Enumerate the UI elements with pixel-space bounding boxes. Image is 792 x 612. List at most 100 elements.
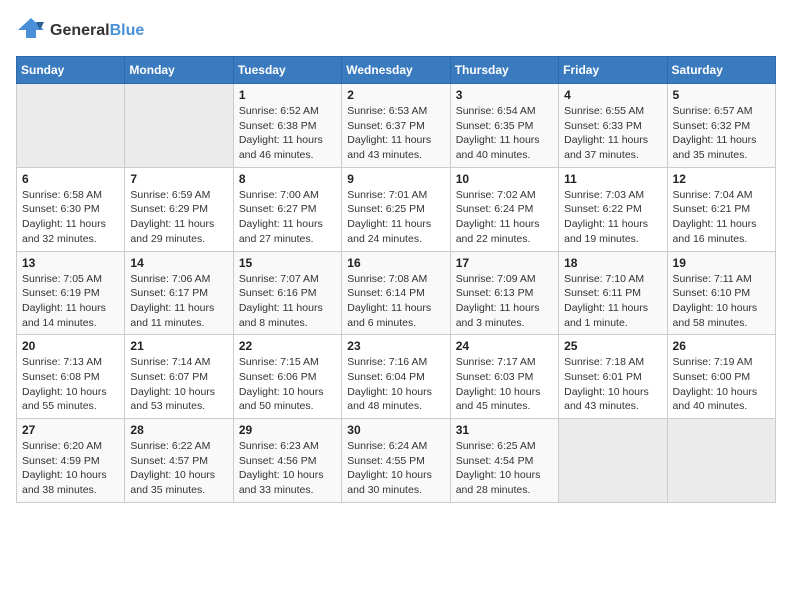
header-day-tuesday: Tuesday	[233, 57, 341, 84]
day-cell: 23 Sunrise: 7:16 AM Sunset: 6:04 PM Dayli…	[342, 335, 450, 419]
header-day-monday: Monday	[125, 57, 233, 84]
day-cell: 1 Sunrise: 6:52 AM Sunset: 6:38 PM Daylig…	[233, 84, 341, 168]
day-info: Sunrise: 7:18 AM Sunset: 6:01 PM Dayligh…	[564, 355, 661, 414]
header-row: SundayMondayTuesdayWednesdayThursdayFrid…	[17, 57, 776, 84]
day-number: 30	[347, 423, 444, 437]
day-info: Sunrise: 6:54 AM Sunset: 6:35 PM Dayligh…	[456, 104, 553, 163]
day-number: 31	[456, 423, 553, 437]
day-cell: 3 Sunrise: 6:54 AM Sunset: 6:35 PM Daylig…	[450, 84, 558, 168]
day-info: Sunrise: 6:20 AM Sunset: 4:59 PM Dayligh…	[22, 439, 119, 498]
day-info: Sunrise: 7:15 AM Sunset: 6:06 PM Dayligh…	[239, 355, 336, 414]
header-day-wednesday: Wednesday	[342, 57, 450, 84]
day-info: Sunrise: 6:25 AM Sunset: 4:54 PM Dayligh…	[456, 439, 553, 498]
day-number: 7	[130, 172, 227, 186]
day-cell: 19Sunrise: 7:11 AM Sunset: 6:10 PM Dayli…	[667, 251, 775, 335]
day-cell: 18 Sunrise: 7:10 AM Sunset: 6:11 PM Dayli…	[559, 251, 667, 335]
logo-text: GeneralBlue	[50, 22, 144, 40]
day-cell: 9Sunrise: 7:01 AM Sunset: 6:25 PM Daylig…	[342, 167, 450, 251]
day-number: 8	[239, 172, 336, 186]
day-cell	[17, 84, 125, 168]
day-cell	[125, 84, 233, 168]
day-info: Sunrise: 7:07 AM Sunset: 6:16 PM Dayligh…	[239, 272, 336, 331]
day-info: Sunrise: 7:19 AM Sunset: 6:00 PM Dayligh…	[673, 355, 770, 414]
day-info: Sunrise: 7:10 AM Sunset: 6:11 PM Dayligh…	[564, 272, 661, 331]
header-day-sunday: Sunday	[17, 57, 125, 84]
day-info: Sunrise: 6:58 AM Sunset: 6:30 PM Dayligh…	[22, 188, 119, 247]
day-cell: 16 Sunrise: 7:08 AM Sunset: 6:14 PM Dayli…	[342, 251, 450, 335]
day-cell: 12 Sunrise: 7:04 AM Sunset: 6:21 PM Dayli…	[667, 167, 775, 251]
day-cell: 24 Sunrise: 7:17 AM Sunset: 6:03 PM Dayli…	[450, 335, 558, 419]
day-info: Sunrise: 6:55 AM Sunset: 6:33 PM Dayligh…	[564, 104, 661, 163]
day-cell: 10 Sunrise: 7:02 AM Sunset: 6:24 PM Dayli…	[450, 167, 558, 251]
day-info: Sunrise: 7:17 AM Sunset: 6:03 PM Dayligh…	[456, 355, 553, 414]
day-cell	[667, 419, 775, 503]
day-number: 12	[673, 172, 770, 186]
day-info: Sunrise: 7:03 AM Sunset: 6:22 PM Dayligh…	[564, 188, 661, 247]
day-cell: 15 Sunrise: 7:07 AM Sunset: 6:16 PM Dayli…	[233, 251, 341, 335]
day-info: Sunrise: 6:22 AM Sunset: 4:57 PM Dayligh…	[130, 439, 227, 498]
day-number: 24	[456, 339, 553, 353]
day-number: 15	[239, 256, 336, 270]
day-cell: 11 Sunrise: 7:03 AM Sunset: 6:22 PM Dayli…	[559, 167, 667, 251]
day-cell: 25Sunrise: 7:18 AM Sunset: 6:01 PM Dayli…	[559, 335, 667, 419]
day-cell: 2 Sunrise: 6:53 AM Sunset: 6:37 PM Daylig…	[342, 84, 450, 168]
day-number: 13	[22, 256, 119, 270]
day-number: 26	[673, 339, 770, 353]
day-number: 6	[22, 172, 119, 186]
day-cell	[559, 419, 667, 503]
day-cell: 31 Sunrise: 6:25 AM Sunset: 4:54 PM Dayli…	[450, 419, 558, 503]
day-info: Sunrise: 7:04 AM Sunset: 6:21 PM Dayligh…	[673, 188, 770, 247]
day-info: Sunrise: 6:59 AM Sunset: 6:29 PM Dayligh…	[130, 188, 227, 247]
day-number: 22	[239, 339, 336, 353]
day-cell: 6 Sunrise: 6:58 AM Sunset: 6:30 PM Daylig…	[17, 167, 125, 251]
day-number: 10	[456, 172, 553, 186]
day-cell: 21 Sunrise: 7:14 AM Sunset: 6:07 PM Dayli…	[125, 335, 233, 419]
day-number: 2	[347, 88, 444, 102]
day-info: Sunrise: 6:57 AM Sunset: 6:32 PM Dayligh…	[673, 104, 770, 163]
day-number: 29	[239, 423, 336, 437]
day-number: 14	[130, 256, 227, 270]
day-number: 5	[673, 88, 770, 102]
day-cell: 14 Sunrise: 7:06 AM Sunset: 6:17 PM Dayli…	[125, 251, 233, 335]
day-number: 11	[564, 172, 661, 186]
week-row-1: 1 Sunrise: 6:52 AM Sunset: 6:38 PM Daylig…	[17, 84, 776, 168]
day-number: 27	[22, 423, 119, 437]
day-cell: 8 Sunrise: 7:00 AM Sunset: 6:27 PM Daylig…	[233, 167, 341, 251]
day-number: 23	[347, 339, 444, 353]
page-header: GeneralBlue	[16, 16, 776, 46]
day-info: Sunrise: 7:13 AM Sunset: 6:08 PM Dayligh…	[22, 355, 119, 414]
day-info: Sunrise: 7:05 AM Sunset: 6:19 PM Dayligh…	[22, 272, 119, 331]
week-row-4: 20Sunrise: 7:13 AM Sunset: 6:08 PM Dayli…	[17, 335, 776, 419]
header-day-friday: Friday	[559, 57, 667, 84]
day-number: 4	[564, 88, 661, 102]
day-info: Sunrise: 7:16 AM Sunset: 6:04 PM Dayligh…	[347, 355, 444, 414]
day-cell: 4 Sunrise: 6:55 AM Sunset: 6:33 PM Daylig…	[559, 84, 667, 168]
day-cell: 20Sunrise: 7:13 AM Sunset: 6:08 PM Dayli…	[17, 335, 125, 419]
day-info: Sunrise: 6:24 AM Sunset: 4:55 PM Dayligh…	[347, 439, 444, 498]
week-row-3: 13 Sunrise: 7:05 AM Sunset: 6:19 PM Dayli…	[17, 251, 776, 335]
day-info: Sunrise: 7:02 AM Sunset: 6:24 PM Dayligh…	[456, 188, 553, 247]
day-cell: 26 Sunrise: 7:19 AM Sunset: 6:00 PM Dayli…	[667, 335, 775, 419]
day-info: Sunrise: 7:06 AM Sunset: 6:17 PM Dayligh…	[130, 272, 227, 331]
day-info: Sunrise: 6:52 AM Sunset: 6:38 PM Dayligh…	[239, 104, 336, 163]
day-cell: 17Sunrise: 7:09 AM Sunset: 6:13 PM Dayli…	[450, 251, 558, 335]
day-number: 9	[347, 172, 444, 186]
logo-bird-icon	[16, 16, 46, 46]
day-number: 16	[347, 256, 444, 270]
day-info: Sunrise: 7:11 AM Sunset: 6:10 PM Dayligh…	[673, 272, 770, 331]
day-number: 18	[564, 256, 661, 270]
day-info: Sunrise: 7:09 AM Sunset: 6:13 PM Dayligh…	[456, 272, 553, 331]
day-cell: 27 Sunrise: 6:20 AM Sunset: 4:59 PM Dayli…	[17, 419, 125, 503]
day-cell: 28Sunrise: 6:22 AM Sunset: 4:57 PM Dayli…	[125, 419, 233, 503]
day-cell: 29Sunrise: 6:23 AM Sunset: 4:56 PM Dayli…	[233, 419, 341, 503]
day-number: 3	[456, 88, 553, 102]
day-info: Sunrise: 7:00 AM Sunset: 6:27 PM Dayligh…	[239, 188, 336, 247]
day-number: 21	[130, 339, 227, 353]
week-row-5: 27 Sunrise: 6:20 AM Sunset: 4:59 PM Dayli…	[17, 419, 776, 503]
header-day-saturday: Saturday	[667, 57, 775, 84]
day-number: 1	[239, 88, 336, 102]
day-info: Sunrise: 7:14 AM Sunset: 6:07 PM Dayligh…	[130, 355, 227, 414]
day-info: Sunrise: 7:08 AM Sunset: 6:14 PM Dayligh…	[347, 272, 444, 331]
day-cell: 13 Sunrise: 7:05 AM Sunset: 6:19 PM Dayli…	[17, 251, 125, 335]
day-info: Sunrise: 6:53 AM Sunset: 6:37 PM Dayligh…	[347, 104, 444, 163]
